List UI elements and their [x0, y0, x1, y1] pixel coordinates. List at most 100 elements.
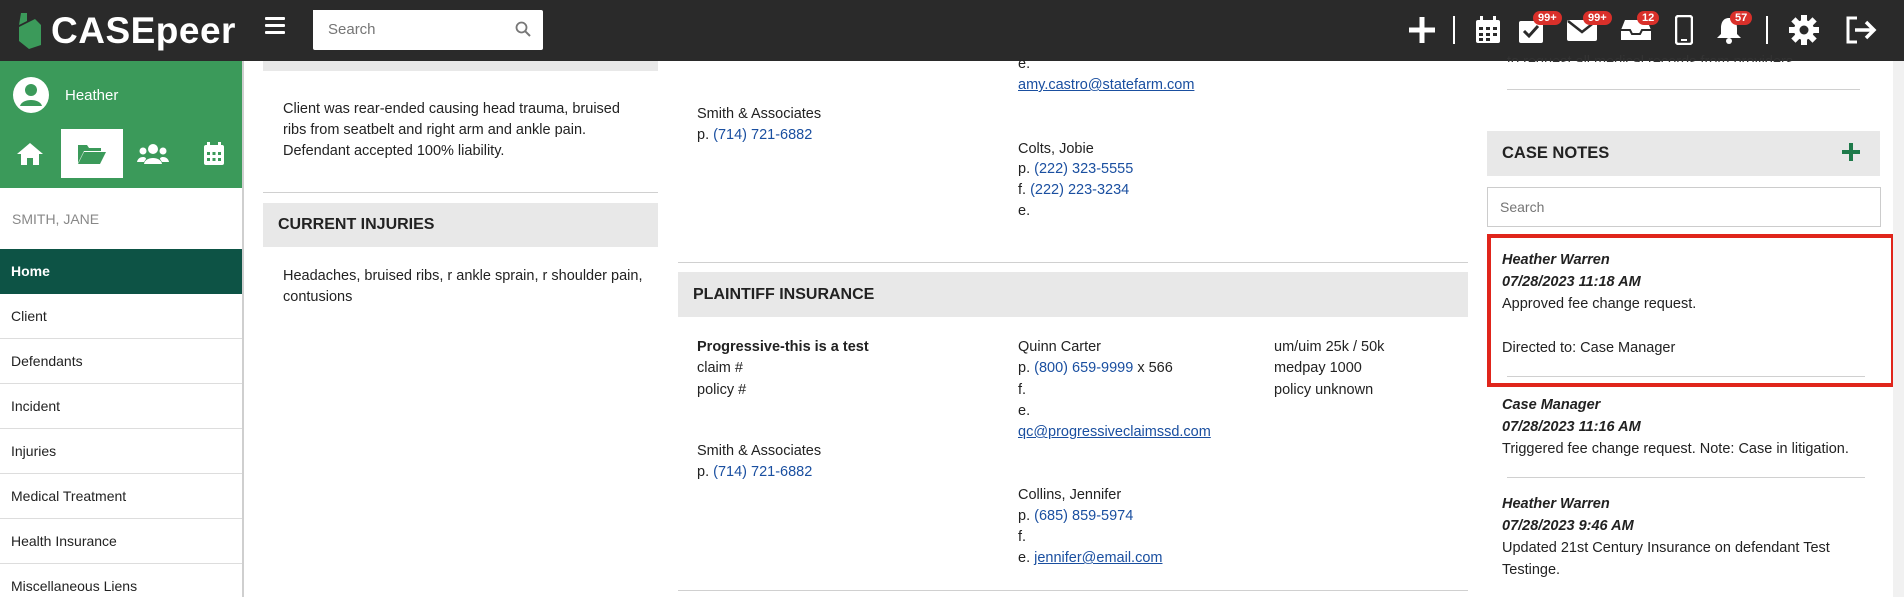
insurance-firm-phone-link[interactable]: (714) 721-6882 — [713, 464, 812, 480]
fax-prefix: f. — [1018, 182, 1027, 198]
phone-prefix: p. — [1018, 360, 1031, 376]
global-search-input[interactable] — [313, 10, 503, 48]
calendar-icon[interactable] — [183, 129, 244, 178]
sidebar-item-health-insurance[interactable]: Health Insurance — [0, 519, 242, 564]
plaintiff-insurance-header: PLAINTIFF INSURANCE — [678, 272, 1468, 317]
divider — [678, 262, 1468, 263]
defendant-firm-phone-row: p. (714) 721-6882 — [697, 125, 812, 146]
phone-prefix: p. — [697, 127, 710, 143]
cases-folder-icon[interactable] — [60, 129, 123, 178]
home-icon[interactable] — [0, 129, 61, 178]
sidebar-item-miscellaneous-liens[interactable]: Miscellaneous Liens — [0, 564, 242, 597]
insurance-firm-name: Smith & Associates — [697, 443, 822, 459]
menu-toggle-icon[interactable] — [265, 17, 285, 41]
adjuster-email-link[interactable]: amy.castro@statefarm.com — [1018, 77, 1194, 93]
contact-phone-row: p. (222) 323-5555 — [1018, 159, 1133, 180]
coverage-um-uim: um/uim 25k / 50k — [1274, 339, 1385, 355]
divider — [678, 590, 1468, 591]
tasks-badge: 99+ — [1533, 11, 1562, 25]
note-author: Heather Warren — [1502, 496, 1610, 512]
app-name: CASEpeer — [51, 10, 236, 51]
toolbar-divider — [1766, 16, 1768, 44]
calendar-icon[interactable] — [1472, 14, 1504, 46]
insurance-firm-phone-row: p. (714) 721-6882 — [697, 462, 812, 483]
casepeer-logo[interactable]: CASEpeer — [15, 8, 236, 54]
note-timestamp: 07/28/2023 11:16 AM — [1502, 419, 1641, 435]
coverage-medpay: medpay 1000 — [1274, 360, 1362, 376]
tasks-icon[interactable]: 99+ — [1516, 11, 1562, 46]
claim-number-label: claim # — [697, 360, 743, 376]
contact-email-prefix: e. — [1018, 203, 1031, 219]
toolbar-divider — [1453, 16, 1455, 44]
phone-prefix: p. — [697, 464, 710, 480]
adjuster2-phone-row: p. (685) 859-5974 — [1018, 506, 1133, 527]
gear-icon[interactable] — [1788, 14, 1820, 46]
mobile-icon[interactable] — [1668, 14, 1700, 46]
case-notes-header: CASE NOTES — [1487, 131, 1880, 176]
add-icon[interactable] — [1406, 14, 1438, 46]
adjuster-email-row: qc@progressiveclaimssd.com — [1018, 422, 1211, 443]
current-injuries-text: Headaches, bruised ribs, r ankle sprain,… — [283, 268, 643, 305]
add-note-icon[interactable] — [1842, 143, 1860, 161]
sidebar-item-home[interactable]: Home — [0, 249, 242, 294]
adjuster2-name: Collins, Jennifer — [1018, 487, 1122, 503]
case-notes-search-input[interactable] — [1487, 187, 1881, 227]
notifications-bell-icon[interactable]: 57 — [1713, 11, 1753, 46]
note-timestamp: 07/28/2023 9:46 AM — [1502, 518, 1634, 534]
divider — [1507, 89, 1860, 90]
case-client-name: SMITH, JANE — [12, 211, 100, 227]
incident-description: Client was rear-ended causing head traum… — [283, 101, 620, 159]
note-text: Triggered fee change request. Note: Case… — [1502, 441, 1849, 457]
logout-icon[interactable] — [1845, 14, 1877, 46]
adjuster-email-prefix: e. — [1018, 56, 1031, 72]
adjuster2-email-row: e. jennifer@email.com — [1018, 548, 1162, 569]
defendant-firm-name: Smith & Associates — [697, 106, 822, 122]
sidebar-item-defendants[interactable]: Defendants — [0, 339, 242, 384]
contact-fax-link[interactable]: (222) 223-3234 — [1030, 182, 1129, 198]
adjuster-email-prefix: e. — [1018, 403, 1031, 419]
adjuster-phone-link[interactable]: (800) 659-9999 — [1034, 360, 1133, 376]
search-icon[interactable] — [515, 21, 531, 37]
defendant-firm-phone-link[interactable]: (714) 721-6882 — [713, 127, 812, 143]
leaf-logo-icon — [19, 13, 41, 49]
case-notes-title: CASE NOTES — [1502, 144, 1610, 162]
adjuster-name: Quinn Carter — [1018, 339, 1102, 355]
note-highlight-box — [1487, 234, 1895, 387]
incident-section-header — [263, 61, 658, 71]
sidebar-item-client[interactable]: Client — [0, 294, 242, 339]
insurance-carrier: Progressive-this is a test — [697, 339, 869, 355]
adjuster-phone-row: p. (800) 659-9999 x 566 — [1018, 358, 1173, 379]
sidebar-nav-icons — [0, 129, 244, 178]
sidebar-item-injuries[interactable]: Injuries — [0, 429, 242, 474]
adjuster-email-link[interactable]: qc@progressiveclaimssd.com — [1018, 424, 1211, 440]
case-note: Case Manager 07/28/2023 11:16 AM Trigger… — [1502, 394, 1882, 460]
divider — [1507, 477, 1865, 478]
contact-fax-row: f. (222) 223-3234 — [1018, 180, 1129, 201]
mail-icon[interactable]: 99+ — [1566, 11, 1612, 46]
phone-prefix: p. — [1018, 508, 1031, 524]
current-injuries-header: CURRENT INJURIES — [263, 203, 658, 247]
adjuster2-email-link[interactable]: jennifer@email.com — [1034, 550, 1162, 566]
email-prefix: e. — [1018, 550, 1031, 566]
case-note: Heather Warren 07/28/2023 9:46 AM Update… — [1502, 493, 1867, 581]
contacts-users-icon[interactable] — [123, 129, 184, 178]
mail-badge: 99+ — [1583, 11, 1612, 25]
notifications-badge: 57 — [1730, 11, 1753, 25]
page-scrollbar[interactable] — [1893, 61, 1904, 597]
adjuster-fax-prefix: f. — [1018, 382, 1027, 398]
adjuster2-phone-link[interactable]: (685) 859-5974 — [1034, 508, 1133, 524]
policy-number-label: policy # — [697, 382, 747, 398]
sidebar: Heather SMITH, JANE Home Client Defendan… — [0, 61, 244, 597]
divider — [263, 192, 658, 193]
user-profile[interactable]: Heather — [13, 77, 118, 113]
adjuster2-fax-prefix: f. — [1018, 529, 1027, 545]
inbox-icon[interactable]: 12 — [1620, 11, 1660, 46]
phone-prefix: p. — [1018, 161, 1031, 177]
coverage-policy: policy unknown — [1274, 382, 1374, 398]
note-text: Updated 21st Century Insurance on defend… — [1502, 540, 1830, 578]
contact-phone-link[interactable]: (222) 323-5555 — [1034, 161, 1133, 177]
contact-name: Colts, Jobie — [1018, 141, 1094, 157]
sidebar-item-incident[interactable]: Incident — [0, 384, 242, 429]
sidebar-item-medical-treatment[interactable]: Medical Treatment — [0, 474, 242, 519]
inbox-badge: 12 — [1637, 11, 1660, 25]
